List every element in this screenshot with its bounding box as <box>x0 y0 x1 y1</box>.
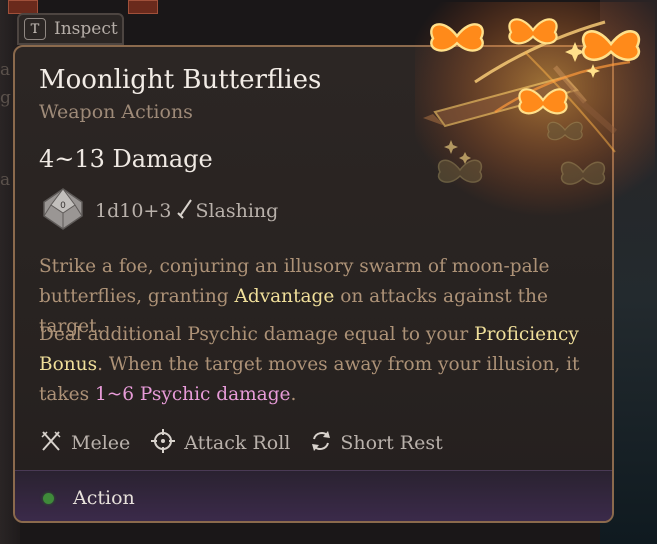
action-tags: Melee Attack Roll Short Rest <box>39 428 463 458</box>
tag-melee: Melee <box>39 429 130 457</box>
action-resource-icon <box>43 492 54 504</box>
action-cost: Action <box>43 487 135 509</box>
rest-cycle-icon <box>310 429 332 457</box>
sword-icon <box>177 198 193 224</box>
d10-dice-icon: 0 <box>41 187 85 235</box>
svg-text:0: 0 <box>60 201 66 211</box>
action-category: Weapon Actions <box>39 101 193 123</box>
dice-formula: 1d10+3 <box>95 200 172 222</box>
inspect-hint[interactable]: T Inspect <box>17 13 124 45</box>
hotbar-slot <box>8 0 38 14</box>
background-text: g <box>0 88 11 108</box>
crosshair-icon <box>150 428 176 458</box>
damage-range: 4~13 Damage <box>39 145 213 173</box>
keyword-advantage[interactable]: Advantage <box>235 286 335 307</box>
tag-short-rest: Short Rest <box>310 429 443 457</box>
extra-effect-text: Deal additional Psychic damage equal to … <box>39 324 580 405</box>
keyword-psychic-damage[interactable]: 1~6 Psychic damage <box>95 384 291 405</box>
dice-row: 0 1d10+3 Slashing <box>41 187 278 235</box>
background-text: a <box>0 60 11 80</box>
butterfly-art <box>415 2 655 217</box>
damage-type: Slashing <box>195 200 279 222</box>
crossed-swords-icon <box>39 429 63 457</box>
action-cost-label: Action <box>73 487 135 509</box>
inspect-label: Inspect <box>54 19 118 39</box>
hotbar-slot <box>128 0 158 14</box>
keybind-t: T <box>24 18 46 40</box>
action-title: Moonlight Butterflies <box>39 65 322 95</box>
tag-attack-roll: Attack Roll <box>150 428 290 458</box>
background-text: a <box>0 170 11 190</box>
